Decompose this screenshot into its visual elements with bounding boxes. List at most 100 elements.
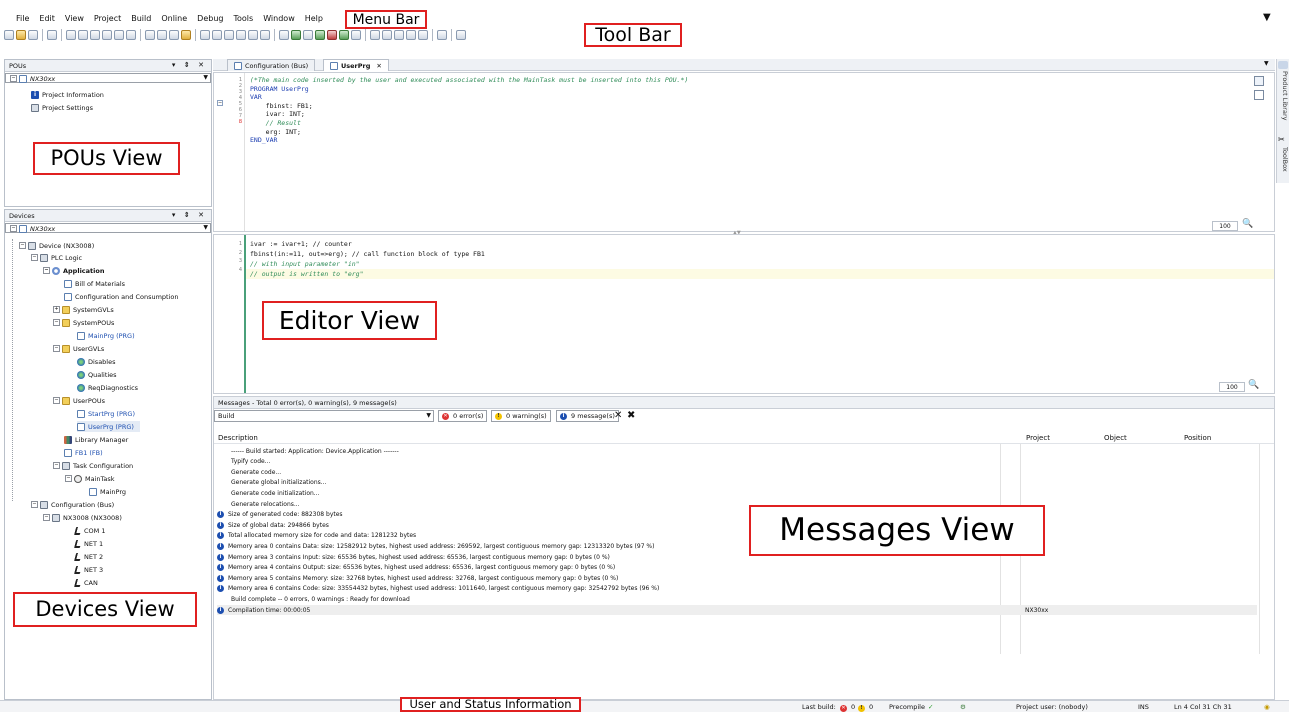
errors-filter-button[interactable]: ✕ 0 error(s) — [438, 410, 488, 422]
warnings-filter-button[interactable]: ! 0 warning(s) — [491, 410, 551, 422]
tree-item-can[interactable]: CAN — [73, 577, 98, 588]
delete-icon[interactable] — [126, 30, 136, 40]
tree-item-req-diagnostics[interactable]: ReqDiagnostics — [77, 382, 138, 393]
login-status-icon[interactable]: ⚙ — [960, 703, 966, 711]
product-library-icon[interactable] — [1278, 61, 1288, 69]
collapse-icon[interactable]: − — [19, 242, 26, 249]
force-values-icon[interactable] — [456, 30, 466, 40]
customize-arrow-icon[interactable]: ▼ — [1263, 12, 1271, 23]
tab-configuration-bus[interactable]: Configuration (Bus) — [227, 59, 316, 71]
devices-root[interactable]: − NX30xx — [10, 223, 55, 234]
step-over-icon[interactable] — [370, 30, 380, 40]
start-icon[interactable] — [315, 30, 325, 40]
breakpoint-icon[interactable] — [418, 30, 428, 40]
find-next-icon[interactable] — [169, 30, 179, 40]
message-row[interactable]: i Memory area 6 contains Code: size: 3355… — [217, 584, 1257, 594]
tree-item-device[interactable]: − Device (NX3008) — [19, 240, 94, 251]
message-row[interactable]: Generate code initialization... — [217, 488, 1257, 498]
tree-item-configuration-consumption[interactable]: Configuration and Consumption — [64, 291, 179, 302]
magnifier-icon[interactable]: 🔍 — [1242, 219, 1253, 229]
pous-root[interactable]: − NX30xx — [10, 73, 55, 84]
product-library-tab[interactable]: Product Library — [1278, 71, 1289, 131]
build-icon[interactable] — [339, 30, 349, 40]
cut-icon[interactable] — [90, 30, 100, 40]
build-warnings-indicator[interactable]: ! 0 — [858, 703, 873, 712]
replace-icon[interactable] — [157, 30, 167, 40]
tree-item-configuration-bus[interactable]: − Configuration (Bus) — [31, 499, 114, 510]
logout-icon[interactable] — [303, 30, 313, 40]
message-row[interactable]: i Memory area 4 contains Output: size: 65… — [217, 563, 1257, 573]
pous-root-selector[interactable]: − NX30xx ▼ — [5, 73, 211, 83]
message-row[interactable]: i Memory area 3 contains Input: size: 655… — [217, 552, 1257, 562]
build-errors-indicator[interactable]: ✕ 0 — [840, 703, 855, 712]
message-row[interactable]: ------ Build started: Application: Devic… — [217, 446, 1257, 456]
menu-build[interactable]: Build — [131, 14, 151, 23]
new-icon[interactable] — [4, 30, 14, 40]
compile-icon[interactable] — [279, 30, 289, 40]
tree-item-com1[interactable]: COM 1 — [73, 525, 105, 536]
message-row[interactable]: i Size of global data: 294866 bytes — [217, 520, 1257, 530]
tab-user-prg[interactable]: UserPrg ✕ — [323, 59, 389, 71]
menu-edit[interactable]: Edit — [39, 14, 55, 23]
dropdown-arrow-icon[interactable]: ▼ — [203, 74, 208, 81]
tree-item-main-task[interactable]: − MainTask — [65, 473, 115, 484]
collapse-icon[interactable]: − — [65, 475, 72, 482]
message-row[interactable]: i Total allocated memory size for code an… — [217, 531, 1257, 541]
column-project[interactable]: Project — [1026, 434, 1050, 442]
clear-messages-icon[interactable]: ✕ — [614, 410, 622, 421]
tree-item-net2[interactable]: NET 2 — [73, 551, 103, 562]
message-row[interactable]: Generate global initializations... — [217, 478, 1257, 488]
collapse-icon[interactable]: − — [10, 225, 17, 232]
tree-item-library-manager[interactable]: Library Manager — [64, 434, 128, 445]
tree-item-user-gvls[interactable]: − UserGVLs — [53, 343, 104, 354]
tree-item-fb1[interactable]: FB1 (FB) — [64, 447, 103, 458]
message-row[interactable]: Generate code... — [217, 467, 1257, 477]
stop-icon[interactable] — [327, 30, 337, 40]
panel-controls-icon[interactable]: ▾ ⇕ ✕ — [172, 61, 207, 69]
menu-debug[interactable]: Debug — [197, 14, 223, 23]
tree-item-application[interactable]: − Application — [43, 265, 104, 276]
print-icon[interactable] — [47, 30, 57, 40]
find-icon[interactable] — [145, 30, 155, 40]
menu-online[interactable]: Online — [161, 14, 187, 23]
tabular-view-icon[interactable] — [1254, 90, 1264, 100]
message-row[interactable]: Generate relocations... — [217, 499, 1257, 509]
tree-item-bill-of-materials[interactable]: Bill of Materials — [64, 278, 125, 289]
messages-filter-button[interactable]: i 9 message(s) — [556, 410, 619, 422]
write-values-icon[interactable] — [437, 30, 447, 40]
collapse-icon[interactable]: − — [10, 75, 17, 82]
pous-item-project-settings[interactable]: Project Settings — [31, 102, 93, 113]
menu-project[interactable]: Project — [94, 14, 121, 23]
menu-window[interactable]: Window — [263, 14, 295, 23]
open-icon[interactable] — [16, 30, 26, 40]
toolbox-icon[interactable]: ✂ — [1278, 135, 1285, 144]
run-to-cursor-icon[interactable] — [406, 30, 416, 40]
step-into-icon[interactable] — [382, 30, 392, 40]
bookmark-next-icon[interactable] — [212, 30, 222, 40]
message-row[interactable]: Typify code... — [217, 457, 1257, 467]
bookmark-icon[interactable] — [200, 30, 210, 40]
collapse-icon[interactable]: − — [31, 501, 38, 508]
message-row[interactable]: i Size of generated code: 882308 bytes — [217, 510, 1257, 520]
replace-next-icon[interactable] — [181, 30, 191, 40]
tree-item-user-pous[interactable]: − UserPOUs — [53, 395, 105, 406]
magnifier-icon[interactable]: 🔍 — [1248, 380, 1259, 390]
tree-item-system-pous[interactable]: − SystemPOUs — [53, 317, 114, 328]
collapse-icon[interactable]: − — [53, 397, 60, 404]
clear-all-icon[interactable]: ✖ — [627, 410, 635, 421]
pous-item-project-information[interactable]: i Project Information — [31, 89, 104, 100]
collapse-icon[interactable]: − — [43, 267, 50, 274]
tree-item-system-gvls[interactable]: + SystemGVLs — [53, 304, 114, 315]
zoom-level-bottom[interactable]: 100 — [1219, 382, 1245, 392]
devices-root-selector[interactable]: − NX30xx ▼ — [5, 223, 211, 233]
collapse-icon[interactable]: − — [43, 514, 50, 521]
properties-icon[interactable] — [260, 30, 270, 40]
project-user[interactable]: Project user: (nobody) — [1016, 703, 1088, 711]
bookmark-clear-icon[interactable] — [236, 30, 246, 40]
fold-icon[interactable]: − — [217, 100, 223, 106]
messages-filter-select[interactable]: Build ▼ — [214, 410, 434, 422]
save-icon[interactable] — [28, 30, 38, 40]
collapse-icon[interactable]: − — [53, 462, 60, 469]
undo-icon[interactable] — [66, 30, 76, 40]
zoom-level-top[interactable]: 100 — [1212, 221, 1238, 231]
